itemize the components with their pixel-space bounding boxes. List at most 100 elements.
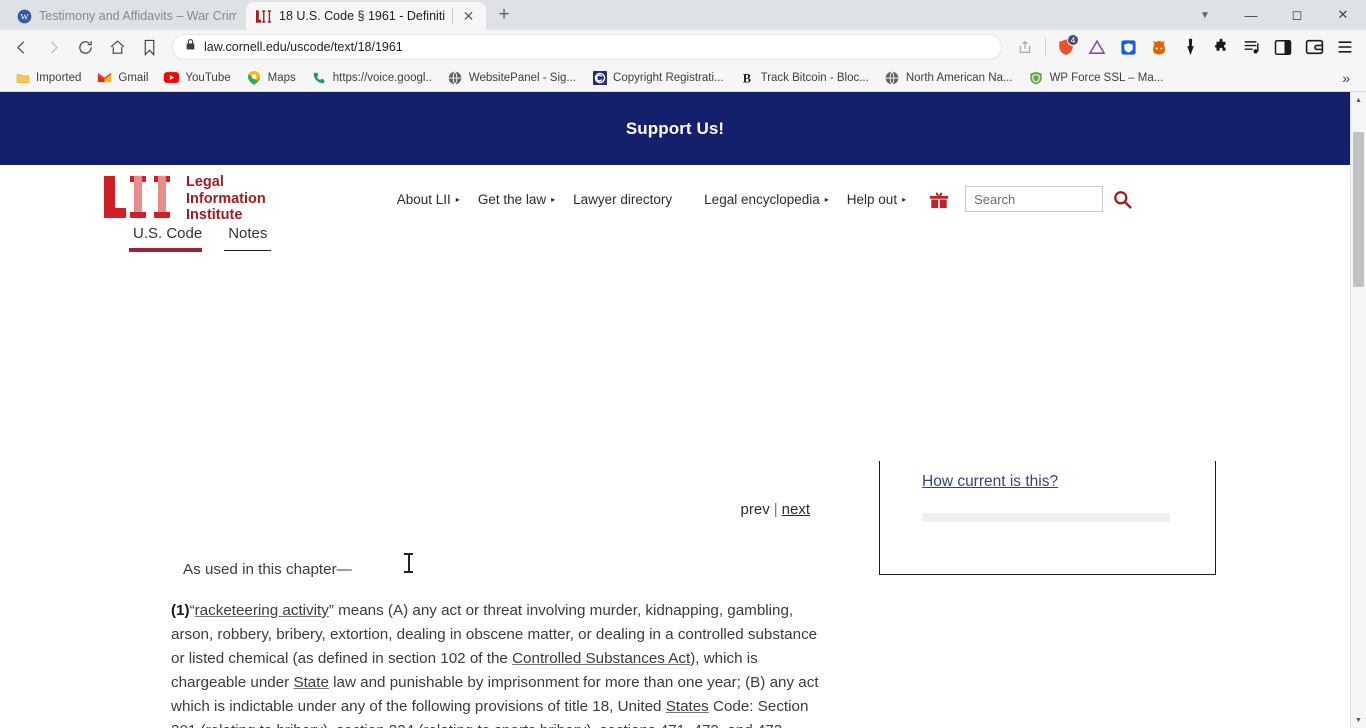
logo-line-1: Legal [186, 173, 224, 190]
bookmark-label: WebsitePanel - Sig... [468, 71, 577, 84]
term-racketeering-activity[interactable]: racketeering activity [195, 602, 329, 619]
scroll-down-icon[interactable]: ▼ [1351, 712, 1366, 728]
bookmark-google-voice[interactable]: https://voice.googl.. [305, 68, 439, 87]
forward-icon[interactable] [38, 33, 68, 61]
scrollbar-thumb[interactable] [1353, 132, 1364, 287]
browser-toolbar: law.cornell.edu/uscode/text/18/1961 4 [0, 30, 1366, 64]
bookmarks-bar: Imported Gmail YouTube Maps https://voic… [0, 64, 1366, 92]
copyright-icon [592, 70, 607, 85]
bookmark-north-american[interactable]: North American Na... [878, 68, 1020, 87]
extensions-puzzle-icon[interactable] [1206, 33, 1236, 61]
firefox-relay-icon[interactable] [1144, 33, 1174, 61]
nav-item-about-lii[interactable]: About LII ▸ [388, 192, 469, 207]
lii-logo[interactable]: Legal Information Institute [104, 174, 266, 224]
lock-icon [185, 38, 196, 56]
browser-tab-2[interactable]: 18 U.S. Code § 1961 - Definitions ✕ [246, 2, 486, 30]
bookmark-imported[interactable]: Imported [8, 68, 88, 87]
bookmark-websitepanel[interactable]: WebsitePanel - Sig... [441, 68, 583, 87]
scroll-up-icon[interactable]: ▲ [1351, 92, 1366, 108]
support-banner[interactable]: Support Us! [0, 92, 1350, 165]
share-icon[interactable] [1010, 33, 1040, 61]
search-icon[interactable] [1113, 190, 1132, 209]
bookmarks-overflow-button[interactable]: » [1334, 68, 1358, 88]
sidebar-placeholder-bar [922, 513, 1170, 522]
bookmark-wp-force-ssl[interactable]: WP Force SSL – Ma... [1022, 68, 1171, 87]
tab-us-code-label: U.S. Code [133, 225, 203, 242]
prev-link[interactable]: prev [741, 501, 770, 518]
page-scrollbar[interactable]: ▲ ▼ [1350, 92, 1366, 728]
lii-icon [256, 8, 272, 24]
bookmark-track-bitcoin[interactable]: B Track Bitcoin - Bloc... [733, 68, 876, 87]
window-close-icon[interactable]: ✕ [1320, 0, 1366, 30]
brave-shields-icon[interactable]: 4 [1051, 33, 1081, 61]
home-icon[interactable] [102, 33, 132, 61]
bookmark-label: YouTube [185, 71, 231, 84]
tab-divider [452, 8, 453, 24]
chevron-down-icon[interactable]: ▼ [1182, 0, 1228, 30]
chevron-right-icon: ▸ [455, 195, 460, 204]
gift-icon[interactable] [929, 190, 949, 209]
next-link[interactable]: next [782, 501, 810, 518]
page-viewport: Support Us! Legal Information Institute … [0, 92, 1366, 728]
browser-tab-2-title: 18 U.S. Code § 1961 - Definitions [279, 9, 445, 23]
bookmark-maps[interactable]: Maps [240, 68, 303, 87]
google-voice-icon [312, 70, 327, 85]
folder-icon [15, 70, 30, 85]
tab-us-code[interactable]: U.S. Code [129, 225, 224, 252]
close-icon[interactable]: ✕ [460, 8, 477, 25]
site-search: Search [965, 186, 1132, 212]
search-input[interactable]: Search [965, 186, 1104, 212]
web-page: Support Us! Legal Information Institute … [0, 92, 1350, 728]
playlist-icon[interactable] [1237, 33, 1267, 61]
link-state[interactable]: State [293, 674, 328, 691]
nav-label: Get the law [477, 191, 547, 207]
how-current-is-this-link[interactable]: How current is this? [922, 473, 1058, 491]
sidebar-icon[interactable] [1268, 33, 1298, 61]
tab-notes[interactable]: Notes [224, 225, 289, 252]
nav-item-get-the-law[interactable]: Get the law ▸ [469, 192, 564, 207]
bookmark-label: Imported [36, 71, 82, 84]
window-controls: ▼ — ◻ ✕ [1182, 0, 1366, 30]
nav-label: Lawyer directory [573, 191, 673, 207]
nav-item-help-out[interactable]: Help out ▸ [838, 192, 915, 207]
back-icon[interactable] [6, 33, 36, 61]
svg-text:W: W [20, 11, 29, 21]
maximize-icon[interactable]: ◻ [1274, 0, 1320, 30]
address-bar[interactable]: law.cornell.edu/uscode/text/18/1961 [172, 34, 1002, 60]
menu-icon[interactable] [1330, 33, 1360, 61]
minimize-icon[interactable]: — [1228, 0, 1274, 30]
bookmark-label: Gmail [118, 71, 149, 84]
shields-badge-count: 4 [1067, 34, 1079, 46]
link-states[interactable]: States [666, 698, 709, 715]
youtube-icon [164, 70, 180, 85]
bookmark-copyright[interactable]: Copyright Registrati... [585, 68, 731, 87]
bookmark-gmail[interactable]: Gmail [90, 68, 155, 87]
nav-item-legal-encyclopedia[interactable]: Legal encyclopedia ▸ [695, 192, 838, 207]
address-bar-url: law.cornell.edu/uscode/text/18/1961 [204, 40, 403, 54]
browser-tab-1[interactable]: W Testimony and Affidavits – War Crime [6, 2, 246, 30]
wallet-icon[interactable] [1299, 33, 1329, 61]
lii-logo-mark [104, 175, 174, 223]
triangle-extension-icon[interactable] [1082, 33, 1112, 61]
bookmark-youtube[interactable]: YouTube [157, 68, 237, 87]
shield-icon [1029, 70, 1044, 85]
bookmark-label: https://voice.googl.. [332, 71, 432, 84]
bitwarden-icon[interactable] [1113, 33, 1143, 61]
nav-label: Help out [846, 191, 898, 207]
bookmark-label: WP Force SSL – Ma... [1049, 71, 1164, 84]
pocket-icon[interactable] [1175, 33, 1205, 61]
chevron-right-icon: ▸ [902, 195, 907, 204]
definition-paragraph-1: (1)“racketeering activity” means (A) any… [171, 599, 819, 728]
reload-icon[interactable] [70, 33, 100, 61]
svg-text:B: B [743, 71, 751, 85]
bookmark-icon[interactable] [134, 33, 164, 61]
nav-label: About LII [396, 191, 451, 207]
bookmark-label: Track Bitcoin - Bloc... [760, 71, 869, 84]
nav-item-lawyer-directory[interactable]: Lawyer directory [564, 192, 681, 207]
text-cursor [404, 553, 413, 573]
logo-line-3: Institute [186, 207, 243, 224]
page-content: U.S. Code Notes prev | next As used in thi… [0, 225, 1350, 728]
new-tab-button[interactable]: + [490, 1, 518, 29]
link-controlled-substances-act[interactable]: Controlled Substances Act [512, 650, 690, 667]
tab-notes-label: Notes [228, 225, 268, 242]
